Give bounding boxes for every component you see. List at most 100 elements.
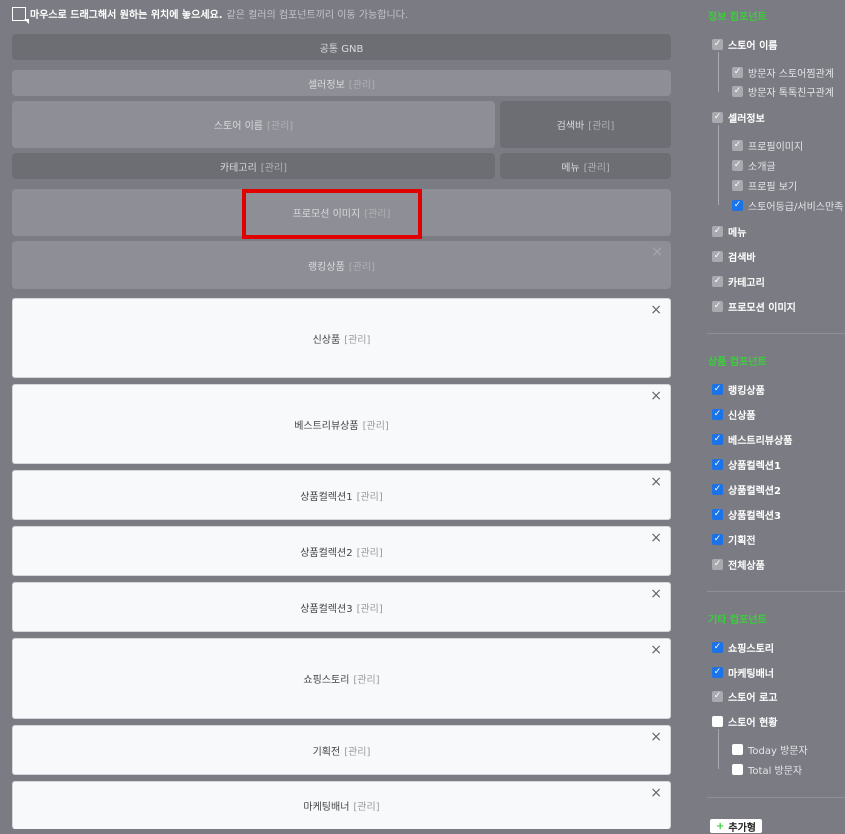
checkbox-profile-view[interactable]: ✓ 프로필 보기 <box>732 178 797 193</box>
block-label: 베스트리뷰상품 <box>294 420 359 432</box>
checkbox-profile-image[interactable]: ✓ 프로필이미지 <box>732 138 803 153</box>
block-label: 상품컬렉션3 <box>300 603 353 615</box>
checkbox-store-logo[interactable]: ✓ 스토어 로고 <box>712 689 777 704</box>
checkbox-store-name[interactable]: ✓ 스토어 이름 <box>712 37 777 52</box>
checkbox-store-status[interactable]: 스토어 현황 <box>712 714 777 729</box>
category-manage-link[interactable]: [관리] <box>261 159 287 174</box>
checkbox-promotion-image[interactable]: ✓ 프로모션 이미지 <box>712 299 796 314</box>
gnb-label: 공통 GNB <box>319 43 364 55</box>
block-manage-link[interactable]: [관리] <box>363 417 389 432</box>
checkbox-exhibition[interactable]: ✓ 기획전 <box>712 532 756 547</box>
block-manage-link[interactable]: [관리] <box>357 600 383 615</box>
block-manage-link[interactable]: [관리] <box>353 671 379 686</box>
checkbox-category[interactable]: ✓ 카테고리 <box>712 274 765 289</box>
exhibition-block[interactable]: 기획전 [관리] × <box>12 725 671 775</box>
checkbox-icon: ✓ <box>712 112 723 123</box>
checkbox-icon: ✓ <box>732 180 743 191</box>
checkbox-marketing-banner[interactable]: ✓ 마케팅배너 <box>712 665 774 680</box>
close-icon[interactable]: × <box>650 531 662 545</box>
category-block[interactable]: 카테고리 [관리] <box>12 153 495 179</box>
store-name-manage-link[interactable]: [관리] <box>267 117 293 132</box>
checkbox-ranking-product[interactable]: ✓ 랭킹상품 <box>712 382 765 397</box>
block-manage-link[interactable]: [관리] <box>353 798 379 813</box>
seller-info-manage-link[interactable]: [관리] <box>349 76 375 91</box>
ranking-product-block[interactable]: 랭킹상품 [관리] × <box>12 241 671 289</box>
close-icon[interactable]: × <box>650 730 662 744</box>
best-review-product-block[interactable]: 베스트리뷰상품 [관리] × <box>12 384 671 464</box>
checkbox-all-products[interactable]: ✓ 전체상품 <box>712 557 765 572</box>
checkbox-icon: ✓ <box>712 534 723 545</box>
block-manage-link[interactable]: [관리] <box>357 544 383 559</box>
checkbox-best-review-product[interactable]: ✓ 베스트리뷰상품 <box>712 432 792 447</box>
close-icon[interactable]: × <box>650 303 662 317</box>
instruction-hint: 마우스로 드래그해서 원하는 위치에 놓으세요. 같은 컬러의 컴포넌트끼리 이… <box>12 6 408 21</box>
checkbox-icon: ✓ <box>712 667 723 678</box>
plus-icon: + <box>716 820 725 832</box>
checkbox-intro[interactable]: ✓ 소개글 <box>732 158 776 173</box>
checkbox-shopping-story[interactable]: ✓ 쇼핑스토리 <box>712 640 774 655</box>
block-manage-link[interactable]: [관리] <box>344 331 370 346</box>
close-icon[interactable]: × <box>650 786 662 800</box>
checkbox-visitor-store-follow[interactable]: ✓ 방문자 스토어찜관계 <box>732 65 834 80</box>
checkbox-icon <box>712 716 723 727</box>
checkbox-icon: ✓ <box>712 434 723 445</box>
checkbox-product-collection-3[interactable]: ✓ 상품컬렉션3 <box>712 507 781 522</box>
checkbox-product-collection-2[interactable]: ✓ 상품컬렉션2 <box>712 482 781 497</box>
ranking-product-manage-link[interactable]: [관리] <box>349 258 375 273</box>
checkbox-icon: ✓ <box>712 559 723 570</box>
close-icon[interactable]: × <box>650 475 662 489</box>
store-name-label: 스토어 이름 <box>213 121 263 132</box>
block-manage-link[interactable]: [관리] <box>357 488 383 503</box>
checkbox-visitor-talktalk-friend[interactable]: ✓ 방문자 톡톡친구관계 <box>732 84 834 99</box>
checkbox-icon <box>732 764 743 775</box>
checkbox-seller-info[interactable]: ✓ 셀러정보 <box>712 110 765 125</box>
checkbox-icon: ✓ <box>712 509 723 520</box>
highlight-box <box>242 189 422 239</box>
store-name-block[interactable]: 스토어 이름 [관리] <box>12 101 495 148</box>
product-collection-1-block[interactable]: 상품컬렉션1 [관리] × <box>12 470 671 520</box>
category-label: 카테고리 <box>219 162 257 174</box>
new-product-block[interactable]: 신상품 [관리] × <box>12 298 671 378</box>
checkbox-icon: ✓ <box>732 140 743 151</box>
section-divider <box>707 797 845 798</box>
product-collection-2-block[interactable]: 상품컬렉션2 [관리] × <box>12 526 671 576</box>
checkbox-icon: ✓ <box>732 200 743 211</box>
checkbox-icon: ✓ <box>712 301 723 312</box>
tree-connector <box>718 52 728 92</box>
checkbox-total-visitors[interactable]: Total 방문자 <box>732 762 802 777</box>
block-manage-link[interactable]: [관리] <box>344 743 370 758</box>
checkbox-icon: ✓ <box>732 86 743 97</box>
close-icon[interactable]: × <box>650 389 662 403</box>
info-component-title: 정보 컴포넌트 <box>708 12 767 23</box>
marketing-banner-block[interactable]: 마케팅배너 [관리] × <box>12 781 671 829</box>
checkbox-icon: ✓ <box>712 384 723 395</box>
gnb-block[interactable]: 공통 GNB <box>12 34 671 60</box>
checkbox-store-grade[interactable]: ✓ 스토어등급/서비스만족 <box>732 198 843 213</box>
checkbox-icon: ✓ <box>732 160 743 171</box>
search-bar-manage-link[interactable]: [관리] <box>588 117 614 132</box>
search-bar-label: 검색바 <box>556 121 585 132</box>
close-icon[interactable]: × <box>651 245 663 259</box>
close-icon[interactable]: × <box>650 643 662 657</box>
checkbox-product-collection-1[interactable]: ✓ 상품컬렉션1 <box>712 457 781 472</box>
menu-block[interactable]: 메뉴 [관리] <box>500 153 671 179</box>
product-collection-3-block[interactable]: 상품컬렉션3 [관리] × <box>12 582 671 632</box>
product-component-title: 상품 컴포넌트 <box>708 357 767 368</box>
checkbox-today-visitors[interactable]: Today 방문자 <box>732 742 808 757</box>
checkbox-icon <box>732 744 743 755</box>
checkbox-new-product[interactable]: ✓ 신상품 <box>712 407 756 422</box>
menu-manage-link[interactable]: [관리] <box>584 159 610 174</box>
checkbox-icon: ✓ <box>712 226 723 237</box>
checkbox-menu[interactable]: ✓ 메뉴 <box>712 224 746 239</box>
search-bar-block[interactable]: 검색바 [관리] <box>500 101 671 148</box>
seller-info-block[interactable]: 셀러정보 [관리] <box>12 70 671 96</box>
checkbox-icon: ✓ <box>712 642 723 653</box>
block-label: 상품컬렉션2 <box>300 547 353 559</box>
shopping-story-block[interactable]: 쇼핑스토리 [관리] × <box>12 638 671 719</box>
menu-label: 메뉴 <box>561 162 580 174</box>
drag-cursor-icon <box>12 6 26 21</box>
add-component-button[interactable]: + 추가형 <box>710 819 762 834</box>
hint-sub-text: 같은 컬러의 컴포넌트끼리 이동 가능합니다. <box>226 10 409 21</box>
close-icon[interactable]: × <box>650 587 662 601</box>
checkbox-search-bar[interactable]: ✓ 검색바 <box>712 249 756 264</box>
